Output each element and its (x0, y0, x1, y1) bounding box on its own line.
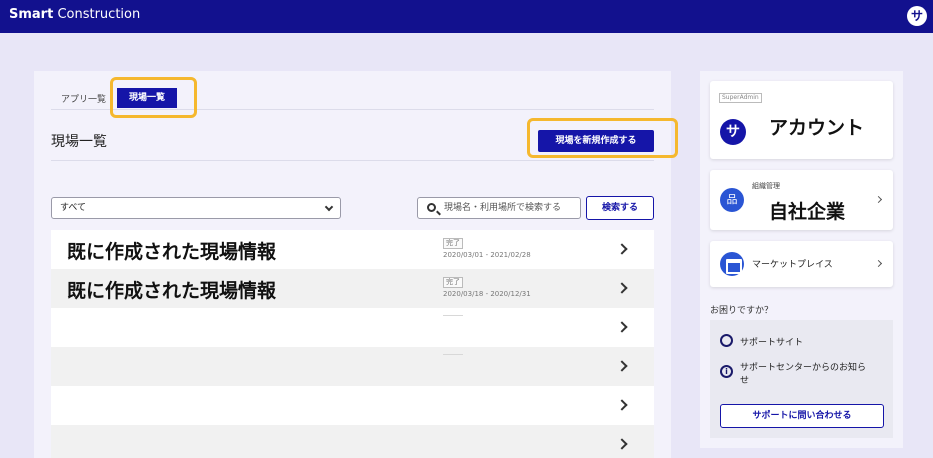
site-row[interactable] (51, 347, 654, 386)
support-notice-link[interactable]: サポートセンターからのお知ら せ (740, 360, 866, 386)
status-filter-value: すべて (60, 203, 87, 213)
org-management-card[interactable]: 品 組織管理 自社企業 (710, 170, 893, 230)
status-placeholder (443, 315, 463, 316)
status-badge: 完了 (443, 277, 463, 288)
marketplace-label: マーケットプレイス (752, 260, 833, 270)
help-panel: サポートサイト i サポートセンターからのお知ら せ サポートに問い合わせる (710, 320, 893, 438)
top-bar: Smart Construction サ (0, 0, 933, 33)
right-sidebar: SuperAdmin サ アカウント 品 組織管理 自社企業 マーケットプレイス… (700, 71, 903, 448)
marketplace-card[interactable]: マーケットプレイス (710, 241, 893, 287)
help-title: お困りですか？ (710, 306, 774, 316)
org-name: 自社企業 (769, 201, 846, 223)
contact-support-button[interactable]: サポートに問い合わせる (720, 404, 884, 428)
chevron-right-icon[interactable] (616, 438, 628, 450)
site-name: 既に作成された現場情報 (67, 280, 277, 302)
info-icon: i (720, 365, 733, 378)
app-logo[interactable]: Smart Construction (9, 7, 140, 22)
chevron-right-icon[interactable] (616, 321, 628, 333)
site-row[interactable] (51, 308, 654, 347)
site-row[interactable]: 既に作成された現場情報 完了 2020/03/01 - 2021/02/28 (51, 230, 654, 269)
account-card[interactable]: SuperAdmin サ アカウント (710, 81, 893, 159)
chevron-right-icon[interactable] (616, 360, 628, 372)
search-input[interactable]: 現場名・利用場所で検索する (417, 197, 581, 219)
chevron-right-icon (874, 195, 883, 204)
site-name: 既に作成された現場情報 (67, 241, 277, 263)
page-title: 現場一覧 (51, 134, 107, 150)
support-notice-line2: せ (740, 376, 750, 386)
site-row[interactable] (51, 386, 654, 425)
chevron-down-icon (324, 202, 334, 212)
main-panel: アプリ一覧 現場一覧 現場一覧 現場を新規作成する すべて 現場名・利用場所で検… (34, 71, 678, 458)
chevron-right-icon[interactable] (616, 243, 628, 255)
org-chart-icon: 品 (720, 188, 744, 212)
support-face-icon (720, 334, 733, 347)
status-filter-select[interactable]: すべて (51, 197, 341, 219)
status-placeholder (443, 354, 463, 355)
support-notice-line1: サポートセンターからのお知ら (740, 363, 867, 373)
site-list: 既に作成された現場情報 完了 2020/03/01 - 2021/02/28 既… (51, 230, 654, 458)
highlight-frame-create (527, 118, 678, 158)
account-name: アカウント (769, 117, 865, 139)
search-button[interactable]: 検索する (586, 196, 654, 220)
chevron-right-icon[interactable] (616, 282, 628, 294)
account-avatar-icon: サ (720, 119, 746, 145)
site-date-range: 2020/03/01 - 2021/02/28 (443, 251, 531, 259)
org-management-label: 組織管理 (752, 182, 780, 190)
chevron-right-icon[interactable] (616, 399, 628, 411)
chevron-right-icon (874, 259, 883, 268)
role-badge: SuperAdmin (719, 93, 762, 103)
status-badge: 完了 (443, 238, 463, 249)
user-avatar-icon[interactable]: サ (907, 6, 927, 26)
site-row[interactable]: 既に作成された現場情報 完了 2020/03/18 - 2020/12/31 (51, 269, 654, 308)
store-icon (720, 252, 744, 276)
title-divider (51, 160, 654, 161)
search-icon (427, 203, 436, 212)
search-placeholder: 現場名・利用場所で検索する (444, 203, 562, 213)
site-date-range: 2020/03/18 - 2020/12/31 (443, 290, 531, 298)
support-site-link[interactable]: サポートサイト (740, 335, 803, 348)
site-row[interactable] (51, 425, 654, 458)
highlight-frame-tab (110, 77, 197, 118)
tab-app-list[interactable]: アプリ一覧 (61, 92, 106, 105)
